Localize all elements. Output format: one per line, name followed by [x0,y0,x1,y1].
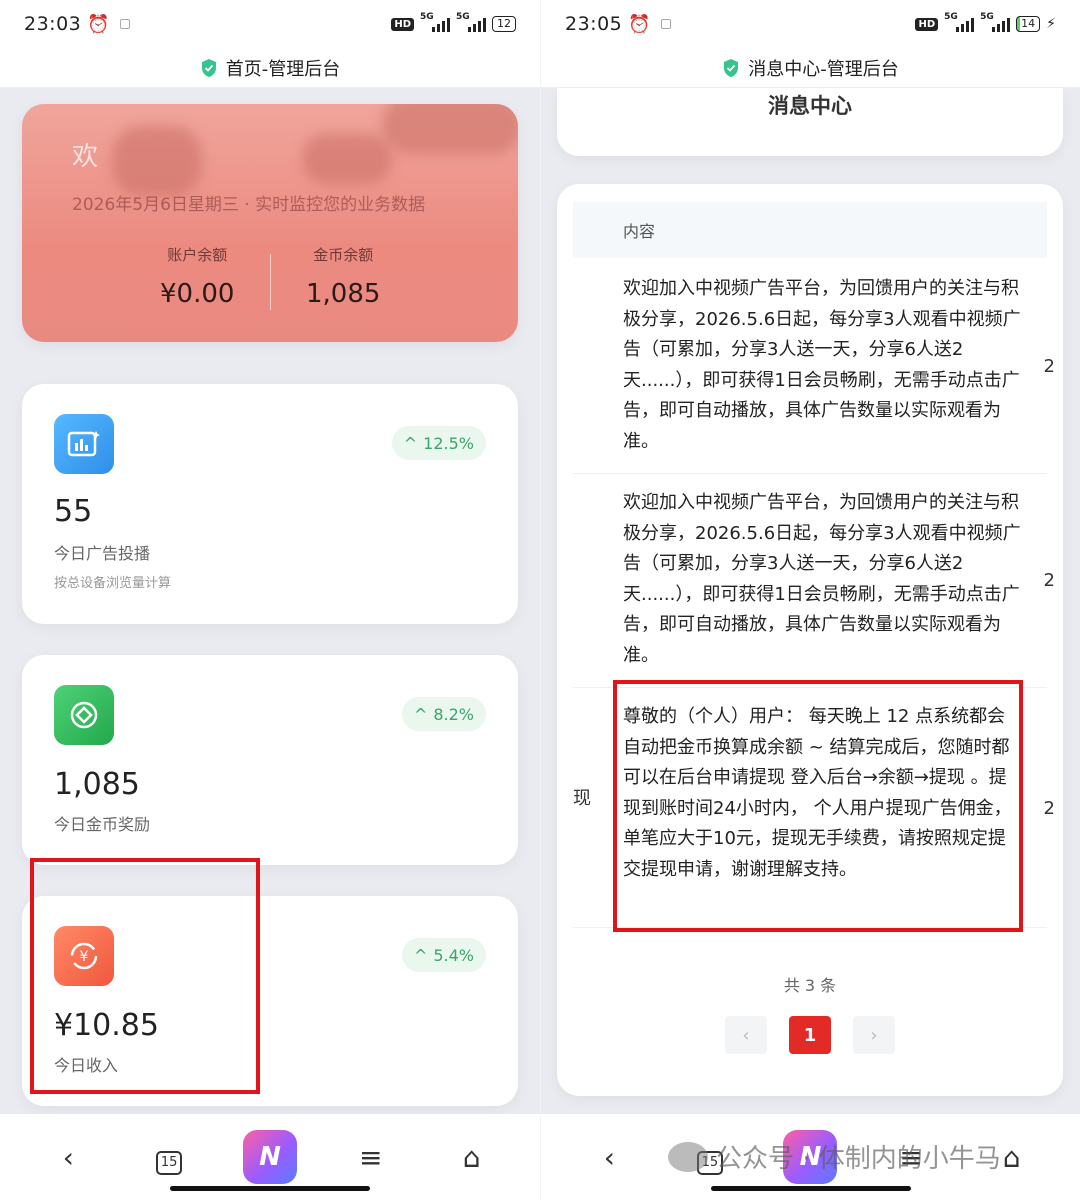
page-title-bar: 首页-管理后台 [0,48,540,88]
trend-badge: ^ 5.4% [401,938,486,972]
arrow-up-icon: ^ [403,433,418,453]
redaction-scribble [382,104,518,154]
coin-balance: 金币余额 1,085 [306,244,380,309]
home-icon[interactable]: ⌂ [445,1141,499,1174]
table-row[interactable]: 欢迎加入中视频广告平台，为回馈用户的关注与积极分享，2026.5.6日起，每分享… [573,260,1055,474]
signal-icon: 5G [456,12,486,32]
status-time: 23:05 [565,13,623,35]
page-button-current[interactable]: 1 [789,1016,831,1054]
prev-page-button[interactable]: ‹ [725,1016,767,1054]
message-side-value: 2 [1043,570,1055,591]
right-phone-screen: 23:05 ⏰ HD 5G 5G 14 ⚡ 消息中心-管理后台 消息中心 内容 … [541,0,1080,1200]
total-count: 共 3 条 [783,976,837,995]
alarm-icon: ⏰ [87,13,110,35]
stat-value: 55 [54,494,93,529]
column-header-content: 内容 [623,222,656,241]
highlight-box [30,858,260,1094]
notification-icon [660,19,671,29]
welcome-greeting: 欢 [72,142,99,172]
arrow-up-icon: ^ [413,945,428,965]
stat-card-coin-rewards[interactable]: ^ 8.2% 1,085 今日金币奖励 [22,655,518,865]
trend-badge: ^ 12.5% [391,426,486,460]
stat-sub-label: 按总设备浏览量计算 [54,576,172,591]
battery-icon: 14 [1016,16,1041,32]
message-list-card: 内容 欢迎加入中视频广告平台，为回馈用户的关注与积极分享，2026.5.6日起，… [557,184,1063,1096]
trend-badge: ^ 8.2% [401,697,486,731]
table-header: 内容 [573,202,1047,258]
watermark-text: 公众号 · 体制内的小牛马 [716,1144,1001,1174]
hd-icon: HD [391,17,414,31]
chart-icon [54,414,114,474]
message-side-value: 2 [1043,798,1055,819]
table-row[interactable]: 欢迎加入中视频广告平台，为回馈用户的关注与积极分享，2026.5.6日起，每分享… [573,474,1055,688]
message-side-value: 2 [1043,356,1055,377]
trend-value: 5.4% [433,945,474,965]
battery-icon: 12 [492,16,516,32]
back-icon[interactable]: ‹ [41,1141,95,1174]
coin-balance-value: 1,085 [306,279,381,309]
trend-value: 12.5% [423,433,474,453]
watermark: 公众号 · 体制内的小牛马 [668,1138,1001,1175]
message-text: 欢迎加入中视频广告平台，为回馈用户的关注与积极分享，2026.5.6日起，每分享… [623,492,1021,666]
trend-value: 8.2% [433,704,474,724]
message-text: 欢迎加入中视频广告平台，为回馈用户的关注与积极分享，2026.5.6日起，每分享… [623,278,1021,452]
section-heading: 消息中心 [768,94,852,118]
status-bar: 23:03 ⏰ HD 5G 5G 12 [0,0,540,48]
account-balance-label: 账户余额 [167,246,228,264]
account-balance: 账户余额 ¥0.00 [160,244,234,309]
hd-icon: HD [915,17,939,31]
wechat-logo-icon [668,1141,708,1172]
status-bar: 23:05 ⏰ HD 5G 5G 14 ⚡ [541,0,1080,48]
alarm-icon: ⏰ [628,13,651,35]
account-balance-value: ¥0.00 [160,279,235,309]
highlight-box [613,680,1023,932]
tabs-count: 15 [156,1150,183,1175]
welcome-date-line: 2026年5月6日星期三 · 实时监控您的业务数据 [72,195,426,215]
home-indicator[interactable] [710,1186,911,1191]
shield-icon [201,58,216,77]
page-title-bar: 消息中心-管理后台 [541,48,1080,88]
stat-label: 今日广告投播 [54,544,151,563]
message-left-value: 现 [573,788,591,809]
next-page-button[interactable]: › [853,1016,895,1054]
redaction-scribble [302,134,392,184]
home-indicator[interactable] [170,1186,370,1191]
signal-icon: 5G [980,12,1011,32]
shield-icon [724,58,739,77]
app-logo-button[interactable]: N [242,1130,297,1184]
stat-label: 今日金币奖励 [54,815,151,834]
page-title: 消息中心-管理后台 [748,58,899,80]
notification-icon [119,19,130,29]
page-title: 首页-管理后台 [225,58,341,80]
signal-icon: 5G [420,12,450,32]
signal-icon: 5G [944,12,975,32]
app-letter: N [259,1142,281,1172]
message-center-header: 消息中心 [557,88,1063,156]
pagination: ‹ 1 › [557,1016,1063,1054]
tabs-button[interactable]: 15 [142,1140,196,1175]
arrow-up-icon: ^ [413,704,428,724]
redaction-scribble [112,126,202,196]
charging-icon: ⚡ [1046,16,1056,32]
divider [270,254,271,310]
coin-target-icon [54,685,114,745]
welcome-banner: 欢 2026年5月6日星期三 · 实时监控您的业务数据 账户余额 ¥0.00 金… [22,104,518,342]
coin-balance-label: 金币余额 [313,246,374,264]
stat-value: 1,085 [54,767,140,802]
stat-card-ad-plays[interactable]: ^ 12.5% 55 今日广告投播 按总设备浏览量计算 [22,384,518,624]
menu-icon[interactable]: ≡ [344,1141,398,1174]
status-time: 23:03 [24,13,82,35]
back-icon[interactable]: ‹ [582,1141,636,1174]
left-phone-screen: 23:03 ⏰ HD 5G 5G 12 首页-管理后台 欢 2026年5月6日星… [0,0,540,1200]
